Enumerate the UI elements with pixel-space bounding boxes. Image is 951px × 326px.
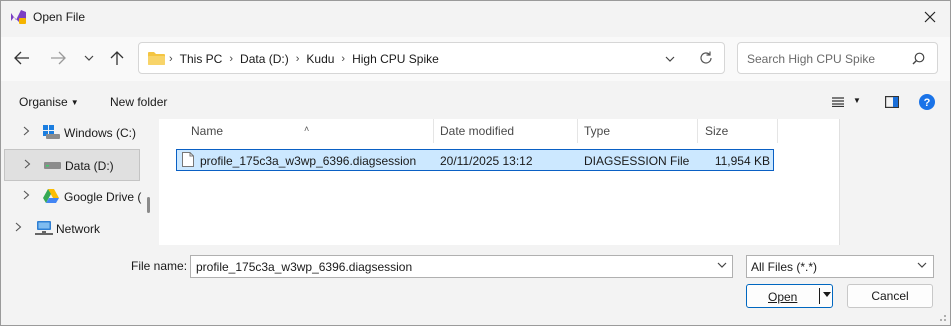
cancel-button[interactable]: Cancel [847,284,933,308]
search-box[interactable]: Search High CPU Spike [737,42,938,74]
chevron-right-icon: › [169,53,173,65]
file-type-select[interactable]: All Files (*.*) [746,255,934,278]
breadcrumb-kudu[interactable]: Kudu [306,52,334,66]
tree-item-windows-c[interactable]: Windows (C:) [4,117,140,149]
drive-icon [44,162,61,169]
open-label: Open [768,290,798,304]
chevron-right-icon: › [341,53,346,65]
chevron-down-icon[interactable] [717,262,727,268]
command-bar: Organise ▼ New folder ▼ ? [1,88,950,116]
file-name-value: profile_175c3a_w3wp_6396.diagsession [196,260,413,274]
breadcrumb-this-pc[interactable]: This PC [180,52,223,66]
tree-item-google-drive[interactable]: Google Drive ( [4,181,142,213]
arrow-right-icon [51,51,66,65]
forward-button[interactable] [47,47,69,69]
google-drive-icon [43,189,59,203]
up-button[interactable] [106,47,128,69]
breadcrumb: › This PC › Data (D:) › Kudu › High CPU … [169,52,439,66]
navigation-pane: Windows (C:) Data (D:) Google Drive (Ne… [1,119,157,245]
chevron-right-icon [23,126,30,136]
file-type-cell: DIAGSESSION File [584,154,690,168]
navigation-pane-scrollbar[interactable] [147,197,150,213]
tree-item-label: Google Drive ( [64,190,142,204]
column-header-size-label: Size [705,124,729,138]
address-bar[interactable]: › This PC › Data (D:) › Kudu › High CPU … [138,42,725,74]
chevron-right-icon [24,159,31,169]
svg-text:?: ? [924,97,931,109]
refresh-icon[interactable] [699,51,713,65]
chevron-right-icon [15,222,22,232]
new-folder-button[interactable]: New folder [110,95,167,109]
title-bar: Open File [1,1,950,33]
chevron-down-icon [917,262,927,268]
file-date-cell: 20/11/2025 13:12 [440,154,533,168]
file-row[interactable]: profile_175c3a_w3wp_6396.diagsession 20/… [176,149,774,171]
column-header-name-label: Name [191,124,224,138]
recent-locations-button[interactable] [78,47,100,69]
sort-ascending-icon: ˄ [304,124,310,134]
column-header-type-label: Type [584,124,611,138]
open-options-dropdown-icon[interactable] [823,292,831,298]
column-divider[interactable] [777,119,778,143]
file-list: ˄ Name Date modified Type Size profile_1… [159,119,839,245]
resize-grip-icon[interactable] [937,312,947,322]
tree-item-network[interactable]: Network [4,213,140,245]
column-header-date-label: Date modified [440,124,515,138]
split-divider [819,288,820,304]
arrow-up-icon [110,51,124,65]
column-header-name[interactable]: ˄ Name [159,119,433,143]
network-icon [35,221,53,235]
search-input[interactable]: Search High CPU Spike [747,52,875,66]
tree-item-label: Data (D:) [65,159,114,173]
back-button[interactable] [11,47,33,69]
column-header-size[interactable]: Size [697,119,777,143]
file-type-value: All Files (*.*) [751,260,818,274]
caret-down-icon: ▼ [70,98,79,107]
arrow-left-icon [14,51,29,65]
dialog-title: Open File [33,10,86,24]
column-header-type[interactable]: Type [577,119,697,143]
file-size-cell: 11,954 KB [714,154,770,168]
file-name-label: File name: [131,259,188,273]
view-options-icon[interactable] [832,97,844,107]
open-file-dialog: Open File › This PC › Data (D:) › Kudu ›… [0,0,951,326]
visual-studio-icon [11,10,26,24]
file-name-cell: profile_175c3a_w3wp_6396.diagsession [200,154,417,168]
navigation-bar: › This PC › Data (D:) › Kudu › High CPU … [1,37,950,81]
open-button[interactable]: Open [746,284,833,308]
view-options-dropdown-icon[interactable]: ▼ [853,96,861,105]
breadcrumb-high-cpu-spike[interactable]: High CPU Spike [352,52,439,66]
help-icon[interactable]: ? [919,94,935,110]
search-icon [912,52,925,65]
dialog-footer: File name: profile_175c3a_w3wp_6396.diag… [1,245,950,325]
chevron-right-icon: › [295,53,300,65]
close-button[interactable] [916,3,944,31]
tree-item-label: Network [56,222,101,236]
chevron-right-icon [23,190,30,200]
breadcrumb-data-d[interactable]: Data (D:) [240,52,289,66]
chevron-down-icon [84,55,94,61]
column-header-date-modified[interactable]: Date modified [433,119,577,143]
close-icon [924,11,936,23]
file-icon [182,152,194,167]
organise-label: Organise [19,95,68,109]
organise-button[interactable]: Organise ▼ [19,95,79,109]
address-dropdown-icon[interactable] [665,52,675,66]
preview-pane-icon[interactable] [885,96,899,108]
file-list-edge [839,119,840,245]
chevron-right-icon: › [229,53,234,65]
drive-windows-icon [43,125,60,139]
folder-icon [148,52,165,65]
tree-item-data-d[interactable]: Data (D:) [4,149,140,181]
tree-item-label: Windows (C:) [64,126,137,140]
file-name-field[interactable]: profile_175c3a_w3wp_6396.diagsession [190,255,733,278]
